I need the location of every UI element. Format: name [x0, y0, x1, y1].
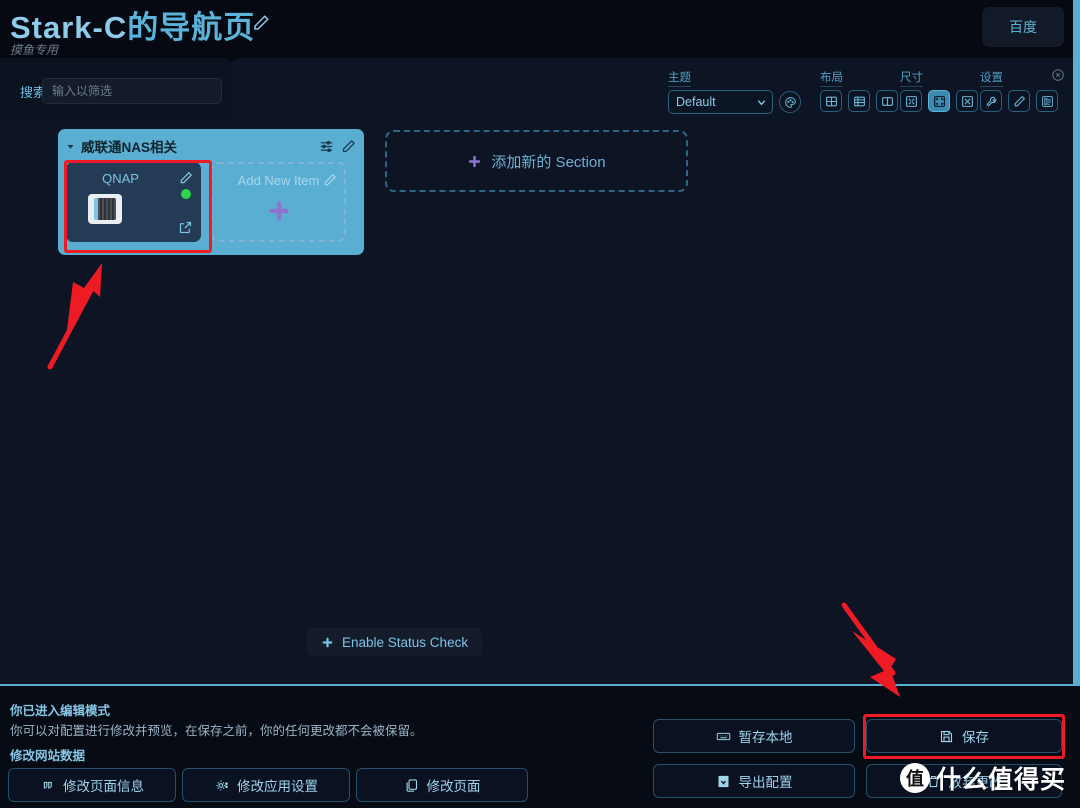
add-new-section-button[interactable]: 添加新的 Section [385, 130, 688, 192]
page-title-accent: 的导航页 [127, 10, 256, 45]
edit-mode-heading: 你已进入编辑模式 [10, 704, 111, 718]
column-layout-icon[interactable] [876, 90, 898, 112]
toolbar-group-layout: 布局 [820, 68, 898, 112]
palette-icon[interactable] [779, 91, 801, 113]
pencil-icon[interactable] [1008, 90, 1030, 112]
save-label: 保存 [962, 730, 989, 745]
watermark-logo: 值 [900, 763, 930, 793]
edit-pages-label: 修改页面 [426, 779, 481, 794]
edit-pages-button[interactable]: 修改页面 [356, 768, 528, 802]
size-small-icon[interactable] [900, 90, 922, 112]
export-config-button[interactable]: 导出配置 [653, 764, 855, 798]
item-card-qnap[interactable]: QNAP [66, 162, 201, 242]
edit-page-info-label: 修改页面信息 [63, 779, 144, 794]
quote-icon [43, 781, 52, 789]
section-items: QNAP Add New Item [66, 162, 356, 242]
plus-icon [268, 201, 289, 221]
watermark-text: 什么值得买 [936, 766, 1067, 794]
export-config-label: 导出配置 [738, 775, 793, 790]
site-data-heading: 修改网站数据 [10, 749, 86, 763]
edit-page-info-button[interactable]: 修改页面信息 [8, 768, 176, 802]
layout-caption: 布局 [820, 69, 843, 87]
edit-app-settings-label: 修改应用设置 [237, 779, 318, 794]
edit-mode-description: 你可以对配置进行修改并预览，在保存之前，你的任何更改都不会被保留。 [10, 724, 423, 738]
edit-app-settings-button[interactable]: 修改应用设置 [182, 768, 350, 802]
download-icon [718, 775, 728, 787]
keyboard-icon [716, 732, 730, 740]
theme-swatch-icon[interactable] [1036, 90, 1058, 112]
close-circle-icon[interactable] [1051, 68, 1065, 82]
pencil-icon[interactable] [252, 14, 270, 32]
save-locally-button[interactable]: 暂存本地 [653, 719, 855, 753]
plus-icon [322, 637, 333, 647]
size-medium-icon[interactable] [928, 90, 950, 112]
toolbar-group-settings: 设置 [980, 68, 1058, 112]
size-caption: 尺寸 [900, 69, 923, 87]
theme-caption: 主题 [668, 69, 691, 87]
add-new-item-label: Add New Item [237, 173, 320, 188]
save-button[interactable]: 保存 [866, 719, 1062, 753]
grid-layout-icon[interactable] [820, 90, 842, 112]
enable-status-check-label: Enable Status Check [342, 634, 469, 650]
vertical-scrollbar[interactable] [1073, 0, 1080, 684]
add-new-section-label: 添加新的 Section [491, 153, 606, 171]
theme-select[interactable]: Default [668, 90, 773, 114]
save-locally-label: 暂存本地 [738, 730, 793, 745]
item-name: QNAP [102, 171, 139, 186]
section-title: 威联通NAS相关 [81, 140, 178, 155]
gear-icon [216, 780, 228, 790]
page-title-main: Stark-C [10, 10, 128, 45]
toolbar-group-theme: 主题 Default [668, 68, 801, 114]
qnap-nas-icon [88, 194, 122, 224]
section-header: 威联通NAS相关 [66, 135, 356, 157]
status-badge [181, 189, 191, 199]
search-input[interactable] [42, 78, 222, 104]
add-new-item-button[interactable]: Add New Item [211, 162, 346, 242]
caret-down-icon[interactable] [66, 142, 75, 151]
wrench-icon[interactable] [980, 90, 1002, 112]
watermark: 值 什么值得买 [900, 760, 1066, 796]
floppy-disk-icon [940, 730, 953, 742]
page-subtitle: 摸鱼专用 [10, 43, 59, 57]
list-layout-icon[interactable] [848, 90, 870, 112]
pencil-icon[interactable] [323, 173, 337, 187]
section-card: 威联通NAS相关 QNAP Add New Item [58, 129, 364, 255]
copy-icon [406, 778, 417, 792]
size-large-icon[interactable] [956, 90, 978, 112]
baidu-button[interactable]: 百度 [982, 7, 1064, 47]
toolbar-group-size: 尺寸 [900, 68, 978, 112]
pencil-icon[interactable] [179, 171, 193, 185]
pencil-icon[interactable] [341, 139, 356, 154]
enable-status-check-button[interactable]: Enable Status Check [307, 628, 483, 656]
settings-caption: 设置 [980, 69, 1003, 87]
external-link-icon[interactable] [178, 220, 193, 235]
sliders-icon[interactable] [319, 139, 334, 154]
plus-icon [469, 155, 481, 167]
